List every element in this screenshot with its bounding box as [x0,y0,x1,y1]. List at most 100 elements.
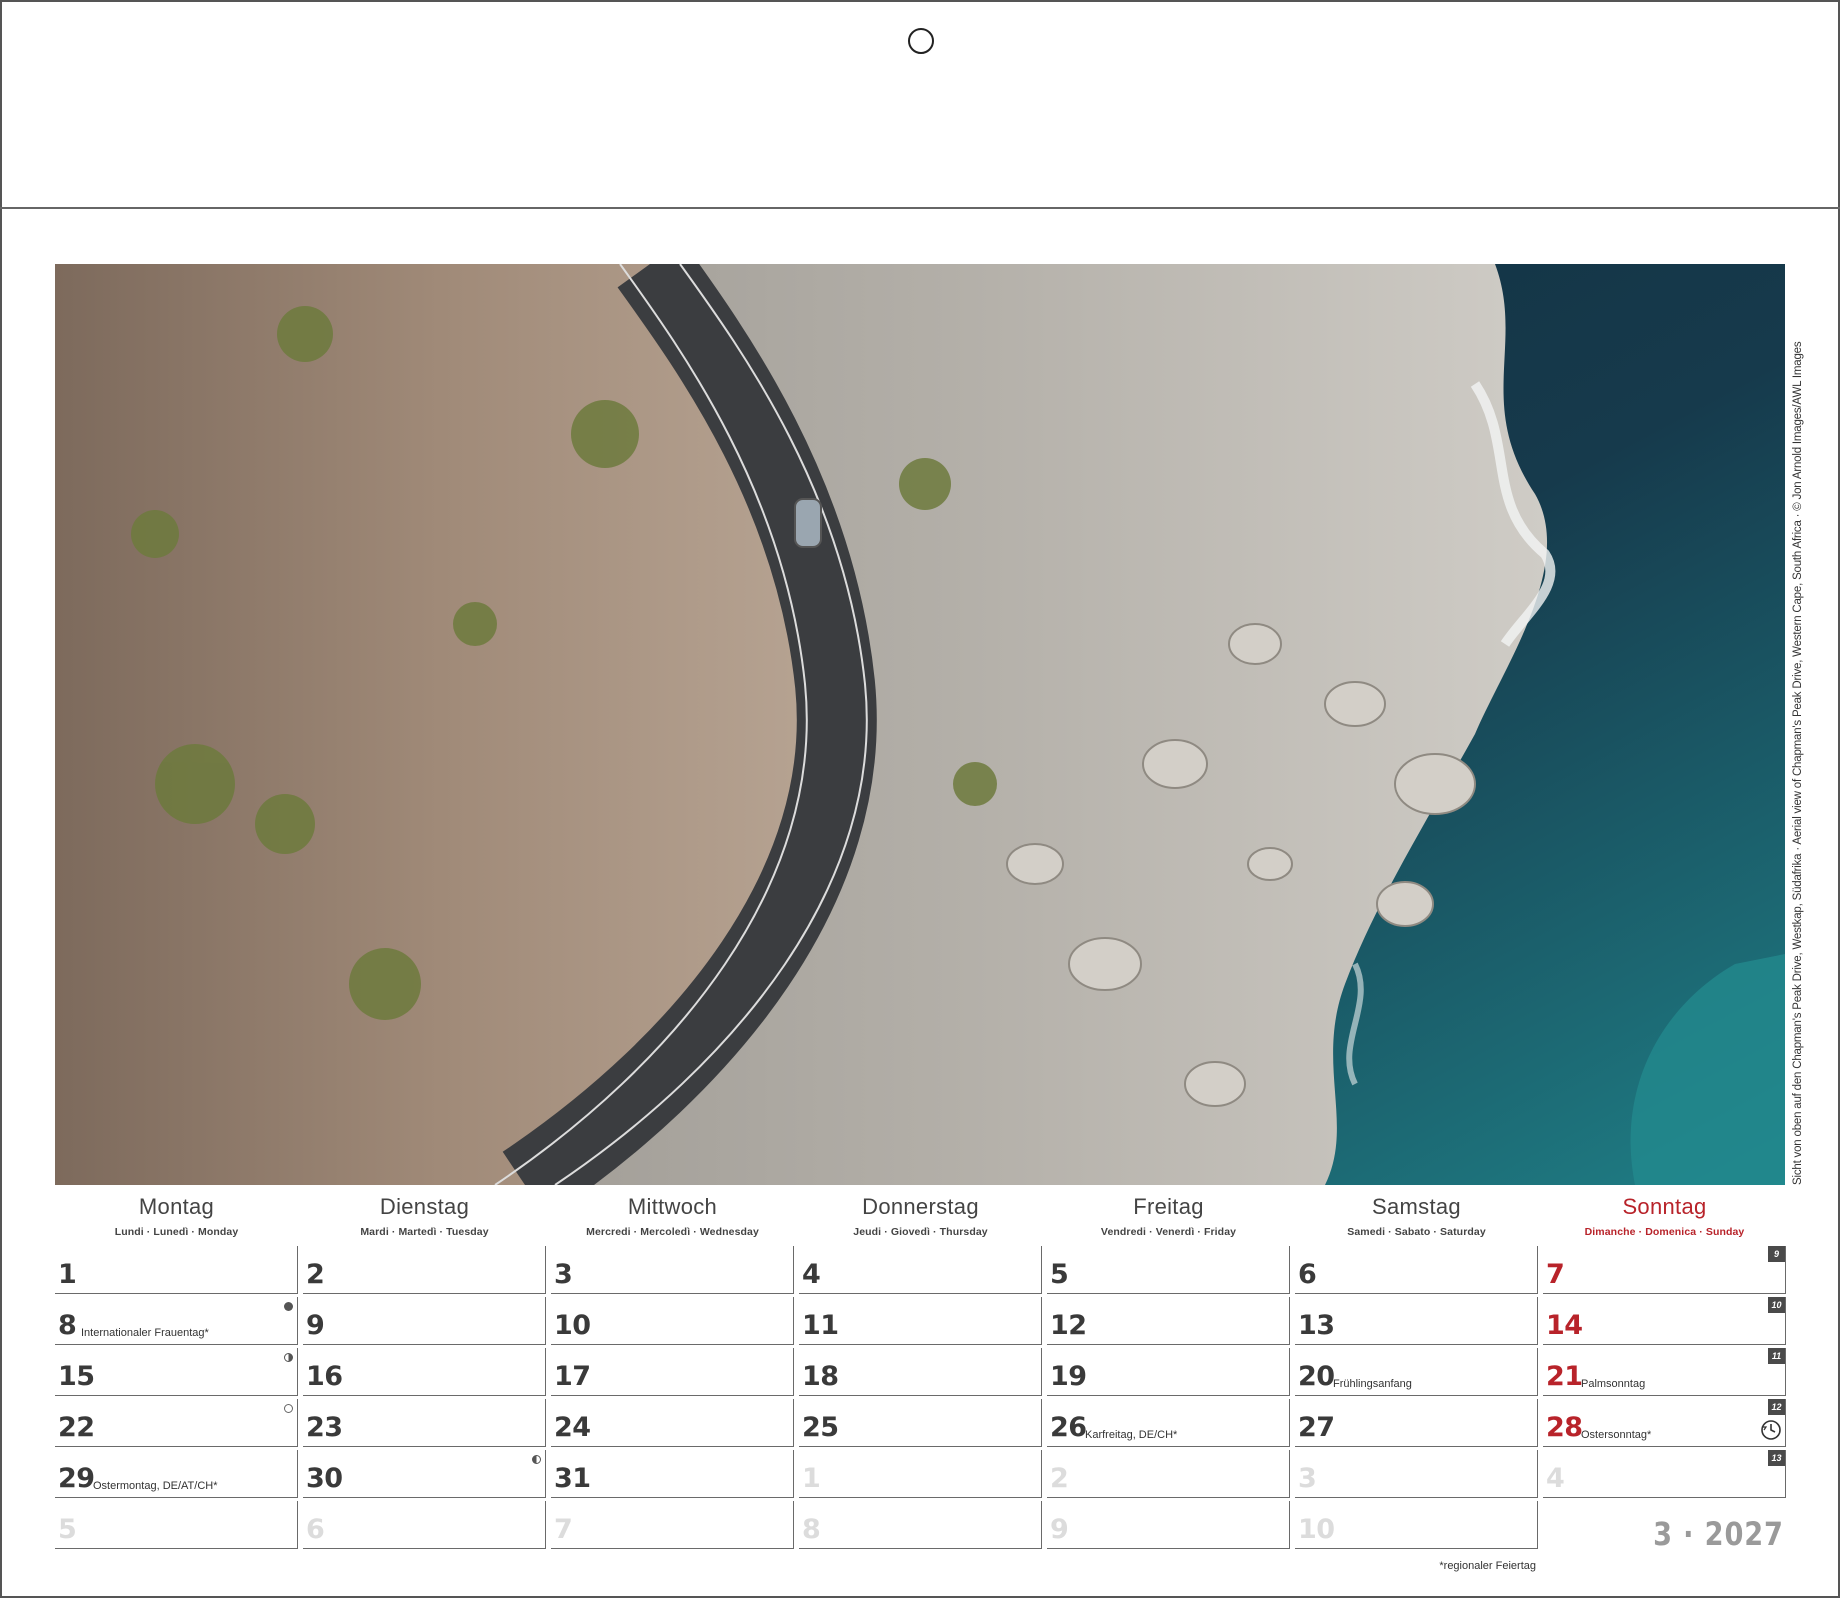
day-cell: 18 [799,1348,1042,1396]
day-number: 4 [802,1259,821,1290]
day-cell: 3 [551,1246,794,1294]
day-cell: 2 [1047,1450,1290,1498]
day-cell: 13 [1295,1297,1538,1345]
day-number: 6 [1298,1259,1317,1290]
day-cell: 25 [799,1399,1042,1447]
day-name: Freitag [1133,1194,1204,1219]
day-name: Dienstag [379,1194,470,1219]
day-cell: 1 [799,1450,1042,1498]
day-number: 22 [58,1412,95,1443]
day-cell: 20 Frühlingsanfang [1295,1348,1538,1396]
day-number: 31 [554,1463,591,1494]
day-subtitle: Lundi · Lunedì · Monday [114,1226,239,1238]
day-number: 25 [802,1412,839,1443]
day-number: 14 [1546,1310,1583,1341]
day-cell: 5 [55,1501,298,1549]
day-cell: 6 [1295,1246,1538,1294]
day-cell: 79 [1543,1246,1786,1294]
day-number: 20 [1298,1361,1335,1392]
holiday-note: Palmsonntag [1581,1378,1646,1390]
day-header-dienstag: Dienstag Mardi · Martedì · Tuesday [303,1192,546,1238]
day-cell: 29 Ostermontag, DE/AT/CH* [55,1450,298,1498]
day-cell: 31 [551,1450,794,1498]
day-subtitle: Jeudi · Giovedì · Thursday [853,1226,988,1238]
day-number: 9 [306,1310,325,1341]
day-number: 3 [554,1259,573,1290]
day-number: 12 [1050,1310,1087,1341]
day-cell: 22 [55,1399,298,1447]
day-cell: 12 [1047,1297,1290,1345]
day-cell: 1 [55,1246,298,1294]
day-cell: 5 [1047,1246,1290,1294]
day-cell: 7 [551,1501,794,1549]
top-divider [0,207,1840,209]
day-number: 5 [58,1514,77,1545]
day-cell: 2 [303,1246,546,1294]
month-photo [55,264,1785,1185]
photo-credit: Sicht von oben auf den Chapman's Peak Dr… [1792,341,1804,1185]
day-number: 18 [802,1361,839,1392]
day-name: Sonntag [1622,1194,1707,1219]
day-number: 3 [1298,1463,1317,1494]
day-number: 8 [58,1310,77,1341]
day-number: 10 [1298,1514,1335,1545]
day-header-freitag: Freitag Vendredi · Venerdì · Friday [1047,1192,1290,1238]
hanging-hole [908,28,934,54]
day-number: 6 [306,1514,325,1545]
week-number-badge: 9 [1768,1246,1785,1262]
day-number: 8 [802,1514,821,1545]
day-number: 2 [1050,1463,1069,1494]
day-number: 5 [1050,1259,1069,1290]
day-cell: 3 [1295,1450,1538,1498]
moon-phase-new-icon [284,1302,293,1311]
day-number: 11 [802,1310,839,1341]
day-cell: 10 [551,1297,794,1345]
day-number: 24 [554,1412,591,1443]
day-cell: 4 [799,1246,1042,1294]
day-number: 1 [58,1259,77,1290]
day-cell: 17 [551,1348,794,1396]
day-cell: 26 Karfreitag, DE/CH* [1047,1399,1290,1447]
day-cell: 19 [1047,1348,1290,1396]
day-cell: 23 [303,1399,546,1447]
day-number: 29 [58,1463,95,1494]
day-cell: 28 Ostersonntag* 12 [1543,1399,1786,1447]
week-number-badge: 11 [1768,1348,1785,1364]
day-cell: 9 [1047,1501,1290,1549]
day-number: 26 [1050,1412,1087,1443]
day-header-sonntag: Sonntag Dimanche · Domenica · Sunday [1543,1192,1786,1238]
day-number: 7 [554,1514,573,1545]
day-number: 4 [1546,1463,1565,1494]
day-name: Donnerstag [862,1194,979,1219]
holiday-note: Internationaler Frauentag* [81,1327,209,1339]
moon-phase-first-icon [284,1353,293,1362]
day-header-samstag: Samstag Samedi · Sabato · Saturday [1295,1192,1538,1238]
day-subtitle: Vendredi · Venerdì · Friday [1100,1226,1237,1238]
day-number: 7 [1546,1259,1565,1290]
holiday-note: Karfreitag, DE/CH* [1085,1429,1178,1441]
day-number: 15 [58,1361,95,1392]
day-subtitle: Mercredi · Mercoledì · Wednesday [586,1226,759,1238]
day-name: Samstag [1372,1194,1461,1219]
day-number: 23 [306,1412,343,1443]
day-cell: 8 [799,1501,1042,1549]
day-name: Montag [138,1194,215,1219]
day-number: 13 [1298,1310,1335,1341]
day-number: 10 [554,1310,591,1341]
day-number: 2 [306,1259,325,1290]
day-number: 16 [306,1361,343,1392]
day-number: 9 [1050,1514,1069,1545]
day-subtitle: Samedi · Sabato · Saturday [1347,1226,1486,1238]
week-number-badge: 10 [1768,1297,1785,1313]
day-cell: 11 [799,1297,1042,1345]
day-header-donnerstag: Donnerstag Jeudi · Giovedì · Thursday [799,1192,1042,1238]
day-number: 19 [1050,1361,1087,1392]
day-cell: 9 [303,1297,546,1345]
day-number: 21 [1546,1361,1583,1392]
holiday-footnote: *regionaler Feiertag [1439,1560,1536,1572]
day-subtitle: Mardi · Martedì · Tuesday [360,1226,489,1238]
day-cell: 8 Internationaler Frauentag* [55,1297,298,1345]
day-subtitle: Dimanche · Domenica · Sunday [1584,1226,1745,1238]
day-cell: 15 [55,1348,298,1396]
day-name: Mittwoch [627,1194,718,1219]
